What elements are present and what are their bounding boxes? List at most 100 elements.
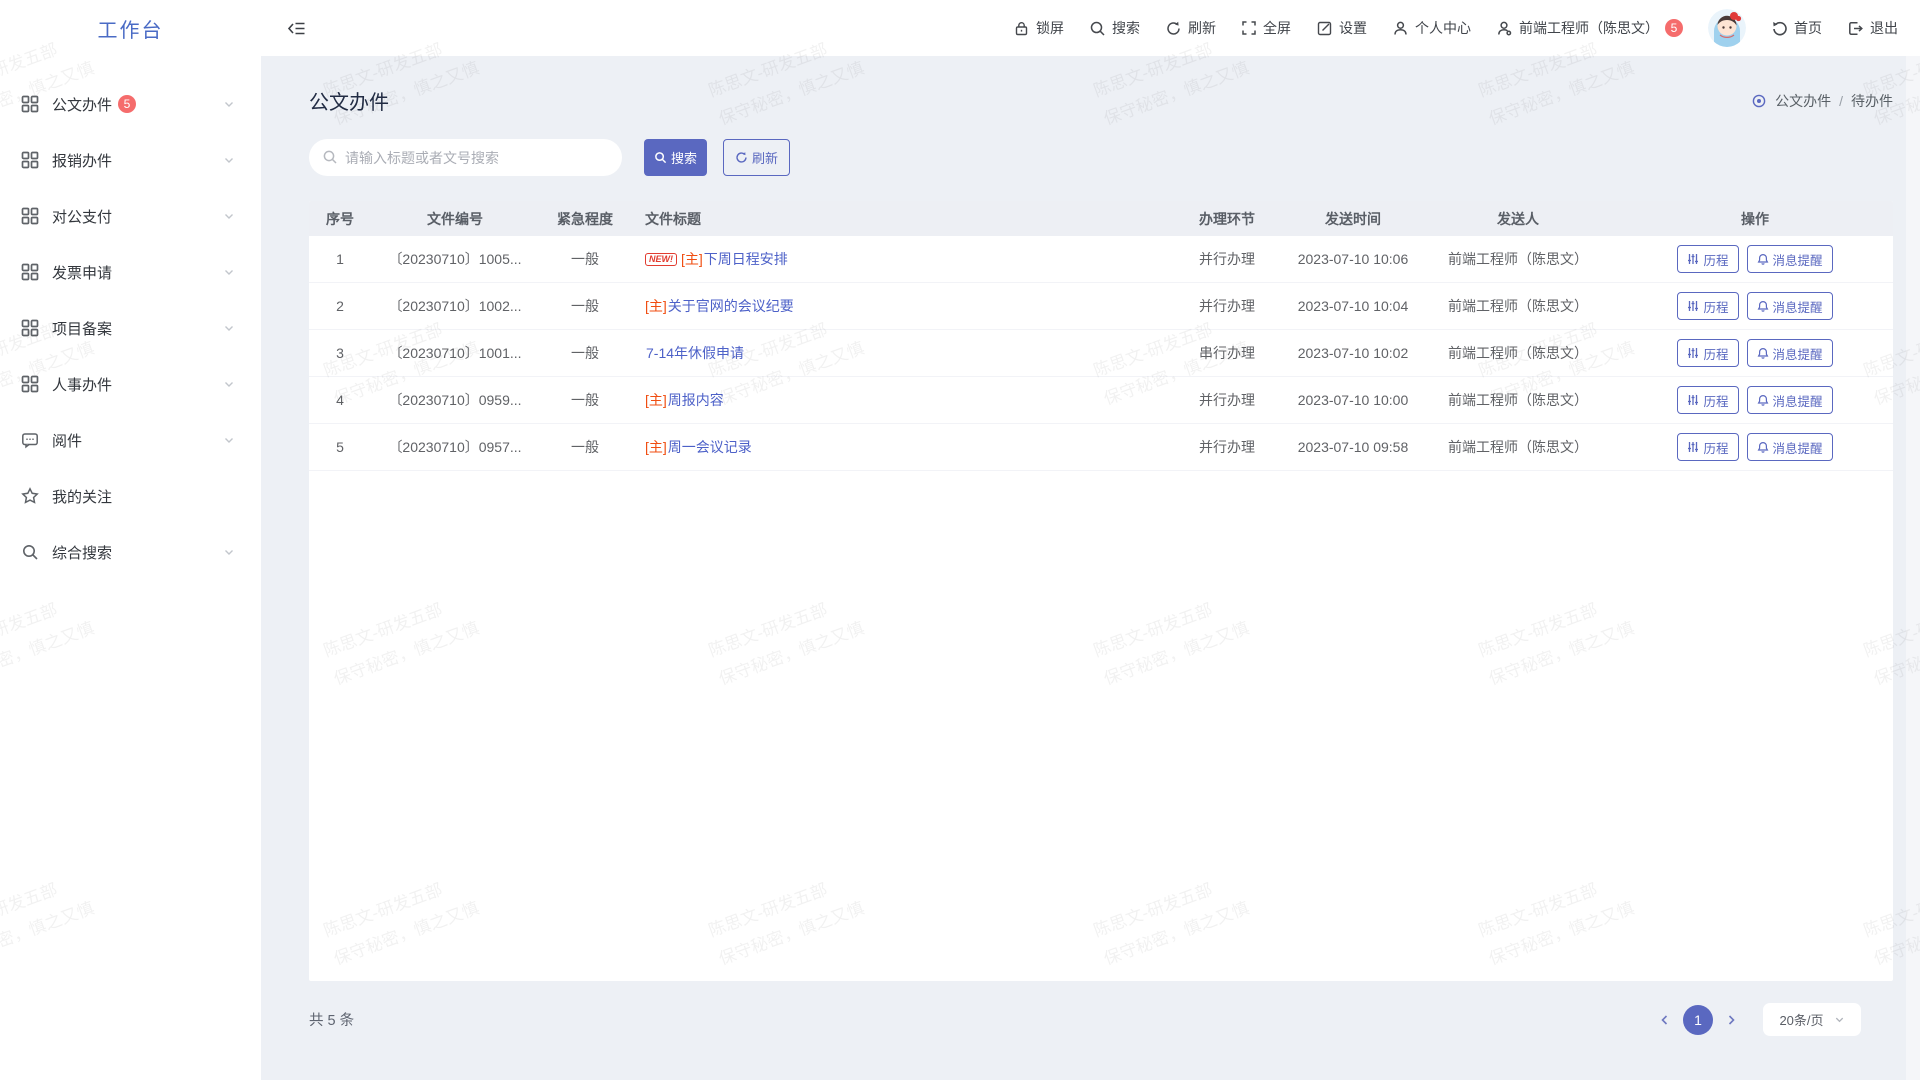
notify-button[interactable]: 消息提醒: [1747, 339, 1833, 367]
breadcrumb: 公文办件 / 待办件: [1751, 91, 1893, 111]
notification-badge: 5: [1665, 19, 1683, 37]
current-user-button[interactable]: 前端工程师（陈思文） 5: [1496, 18, 1683, 38]
history-button[interactable]: 历程: [1677, 292, 1738, 320]
profile-center-button[interactable]: 个人中心: [1392, 18, 1471, 38]
chevron-down-icon: [223, 322, 235, 334]
fullscreen-button[interactable]: 全屏: [1241, 18, 1291, 38]
home-button[interactable]: 首页: [1771, 18, 1822, 38]
sidebar-item-reading[interactable]: 阅件: [0, 412, 261, 468]
breadcrumb-level2: 待办件: [1851, 91, 1893, 111]
profile-center-label: 个人中心: [1415, 18, 1471, 38]
refresh-page-button[interactable]: 刷新: [1165, 18, 1216, 38]
cell-step: 并行办理: [1167, 283, 1287, 329]
grid-icon: [21, 319, 39, 337]
sidebar-item-favorites[interactable]: 我的关注: [0, 468, 261, 524]
chevron-down-icon: [223, 210, 235, 222]
cell-actions: 历程 消息提醒: [1617, 377, 1893, 423]
message-icon: [21, 431, 39, 449]
doc-title-link[interactable]: 下周日程安排: [704, 249, 788, 269]
doc-title-link[interactable]: 周一会议记录: [668, 437, 752, 457]
refresh-list-button[interactable]: 刷新: [723, 139, 790, 176]
next-page-button[interactable]: [1717, 1005, 1745, 1035]
search-row: 搜索 刷新: [309, 139, 1893, 176]
current-user-name: 前端工程师（陈思文）: [1519, 18, 1659, 38]
search-box: [309, 139, 622, 176]
chevron-down-icon: [223, 546, 235, 558]
history-label: 历程: [1703, 438, 1728, 457]
cell-title: 7-14年休假申请: [631, 330, 1167, 376]
search-input[interactable]: [309, 139, 622, 176]
settings-button[interactable]: 设置: [1316, 18, 1367, 38]
page-title: 公文办件: [309, 86, 389, 115]
lock-screen-button[interactable]: 锁屏: [1013, 18, 1064, 38]
cell-title: NEW! [主] 下周日程安排: [631, 236, 1167, 282]
logout-button[interactable]: 退出: [1847, 18, 1898, 38]
doc-title-link[interactable]: 7-14年休假申请: [646, 343, 744, 363]
history-button[interactable]: 历程: [1677, 245, 1738, 273]
page-number-button[interactable]: 1: [1683, 1005, 1713, 1035]
notify-label: 消息提醒: [1773, 391, 1823, 410]
sidebar-item-expense[interactable]: 报销办件: [0, 132, 261, 188]
history-label: 历程: [1703, 344, 1728, 363]
lock-screen-label: 锁屏: [1036, 18, 1064, 38]
notify-button[interactable]: 消息提醒: [1747, 245, 1833, 273]
cell-doc-no: 〔20230710〕1005...: [371, 236, 539, 282]
page-size-select[interactable]: 20条/页: [1763, 1003, 1861, 1036]
star-icon: [21, 487, 39, 505]
sidebar-item-hr[interactable]: 人事办件: [0, 356, 261, 412]
sidebar-item-invoice[interactable]: 发票申请: [0, 244, 261, 300]
history-button[interactable]: 历程: [1677, 433, 1738, 461]
cell-title: [主] 周报内容: [631, 377, 1167, 423]
table-row: 2 〔20230710〕1002... 一般 [主] 关于官网的会议纪要 并行办…: [309, 283, 1893, 330]
sliders-icon: [1687, 347, 1699, 359]
sidebar-item-corporate-payment[interactable]: 对公支付: [0, 188, 261, 244]
sidebar-badge: 5: [118, 95, 136, 113]
sidebar-item-label: 报销办件: [52, 150, 112, 171]
notify-button[interactable]: 消息提醒: [1747, 433, 1833, 461]
global-search-button[interactable]: 搜索: [1089, 18, 1140, 38]
avatar[interactable]: [1708, 9, 1746, 47]
history-button[interactable]: 历程: [1677, 386, 1738, 414]
sidebar-item-global-search[interactable]: 综合搜索: [0, 524, 261, 580]
doc-title-link[interactable]: 周报内容: [668, 390, 724, 410]
cell-sender: 前端工程师（陈思文）: [1419, 424, 1617, 470]
location-pin-icon: [1751, 93, 1767, 109]
collapse-sidebar-button[interactable]: [287, 19, 306, 38]
notify-button[interactable]: 消息提醒: [1747, 386, 1833, 414]
scrollbar[interactable]: [1906, 56, 1920, 1080]
topbar-actions: 锁屏 搜索 刷新 全屏 设置: [1013, 9, 1898, 47]
cell-no: 2: [309, 283, 371, 329]
history-button[interactable]: 历程: [1677, 339, 1738, 367]
cell-no: 3: [309, 330, 371, 376]
cell-step: 并行办理: [1167, 236, 1287, 282]
search-icon: [322, 149, 338, 165]
table-header-row: 序号 文件编号 紧急程度 文件标题 办理环节 发送时间 发送人 操作: [309, 201, 1893, 236]
sidebar-item-label: 对公支付: [52, 206, 112, 227]
topbar: 锁屏 搜索 刷新 全屏 设置: [261, 0, 1920, 56]
prev-page-button[interactable]: [1651, 1005, 1679, 1035]
doc-main-tag: [主]: [645, 390, 667, 410]
cell-time: 2023-07-10 09:58: [1287, 424, 1419, 470]
sidebar-item-project-filing[interactable]: 项目备案: [0, 300, 261, 356]
cell-actions: 历程 消息提醒: [1617, 283, 1893, 329]
col-header-urgency: 紧急程度: [539, 201, 631, 236]
cell-sender: 前端工程师（陈思文）: [1419, 377, 1617, 423]
notify-button[interactable]: 消息提醒: [1747, 292, 1833, 320]
person-badge-icon: [1496, 20, 1513, 37]
sidebar: 工作台 公文办件 5 报销办件 对公支付: [0, 0, 261, 1080]
sidebar-item-label: 我的关注: [52, 486, 112, 507]
breadcrumb-level1[interactable]: 公文办件: [1775, 91, 1831, 111]
history-label: 历程: [1703, 297, 1728, 316]
doc-title-link[interactable]: 关于官网的会议纪要: [668, 296, 794, 316]
settings-label: 设置: [1339, 18, 1367, 38]
history-label: 历程: [1703, 391, 1728, 410]
history-label: 历程: [1703, 250, 1728, 269]
sidebar-item-official-docs[interactable]: 公文办件 5: [0, 76, 261, 132]
lock-icon: [1013, 20, 1030, 37]
breadcrumb-separator: /: [1839, 93, 1843, 109]
search-button[interactable]: 搜索: [644, 139, 707, 176]
chevron-down-icon: [223, 154, 235, 166]
sidebar-item-label: 公文办件: [52, 94, 112, 115]
cell-time: 2023-07-10 10:02: [1287, 330, 1419, 376]
cell-time: 2023-07-10 10:00: [1287, 377, 1419, 423]
